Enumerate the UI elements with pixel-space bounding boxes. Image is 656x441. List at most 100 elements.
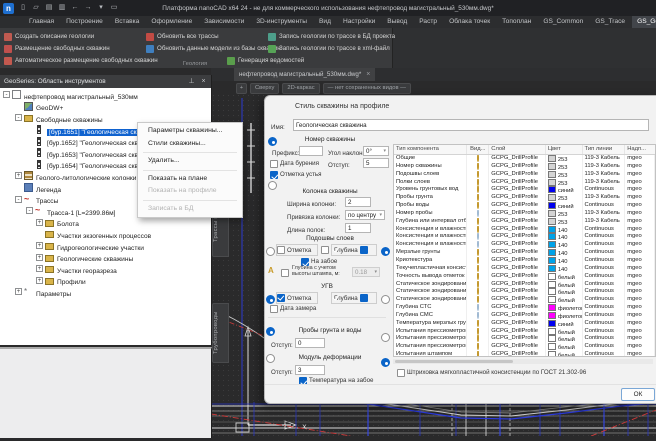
color-cell[interactable]: 253 — [546, 179, 583, 187]
tree-expander-icon[interactable] — [36, 265, 43, 272]
color-cell[interactable]: 253 — [546, 155, 583, 163]
ribbon-tab[interactable]: Построение — [61, 16, 108, 28]
open-file-icon[interactable]: ▱ — [31, 3, 41, 13]
nanocad-logo-icon[interactable]: n — [3, 3, 14, 14]
color-cell[interactable]: 253 — [546, 218, 583, 226]
ribbon-button[interactable]: Обновить данные модели из базы скважин — [146, 43, 281, 54]
tree-item[interactable]: Параметры — [0, 286, 211, 298]
ribbon-tab[interactable]: Настройки — [338, 16, 380, 28]
close-tab-icon[interactable]: × — [366, 68, 370, 81]
measure-date-checkbox[interactable] — [270, 305, 278, 313]
lamp-icon[interactable] — [477, 241, 479, 248]
lamp-icon[interactable] — [477, 202, 479, 209]
ok-button[interactable]: ОК — [621, 388, 655, 401]
column-anchor-select[interactable]: по центру▾ — [345, 210, 385, 220]
ribbon-tab[interactable]: Вставка — [110, 16, 145, 28]
context-menu-item[interactable]: Удалить... — [138, 155, 242, 168]
samples-offset-input[interactable] — [295, 338, 325, 348]
new-file-icon[interactable]: ▯ — [18, 3, 28, 13]
ribbon-tab[interactable]: Облака точек — [444, 16, 495, 28]
lamp-icon[interactable] — [477, 226, 479, 233]
visibility-cell[interactable] — [467, 320, 489, 328]
tree-expander-icon[interactable] — [15, 288, 22, 295]
table-row[interactable]: Точность вывода отметок GCPG_DrillProfil… — [394, 273, 655, 281]
ugv-left-radio[interactable] — [266, 295, 275, 304]
table-row[interactable]: Глубина или интервал отбора пробы GCPG_D… — [394, 218, 655, 226]
ribbon-tab[interactable]: GS_Common — [538, 16, 588, 28]
color-cell[interactable]: 140 — [546, 265, 583, 273]
color-cell[interactable]: синий — [546, 186, 583, 194]
lamp-icon[interactable] — [477, 335, 479, 342]
table-row[interactable]: Номер скважины GCPG_DrillProfile 253 119… — [394, 163, 655, 171]
context-menu-item[interactable] — [143, 170, 237, 171]
visibility-cell[interactable] — [467, 335, 489, 343]
ribbon-button[interactable]: Обновить все трассы — [146, 31, 219, 42]
col-header-color[interactable]: Цвет — [546, 145, 583, 154]
undo-icon[interactable]: ← — [70, 3, 80, 13]
visibility-cell[interactable] — [467, 328, 489, 336]
visibility-cell[interactable] — [467, 249, 489, 257]
lamp-icon[interactable] — [477, 296, 479, 303]
table-row[interactable]: Испытания прессиометром. Глубина GCPG_Dr… — [394, 335, 655, 343]
color-cell[interactable]: белый — [546, 335, 583, 343]
context-menu-item[interactable]: Записать в БД — [138, 203, 242, 216]
color-cell[interactable]: белый — [546, 281, 583, 289]
redo-icon[interactable]: → — [83, 3, 93, 13]
table-row[interactable]: Статическое зондирование. Шкала. GCPG_Dr… — [394, 288, 655, 296]
lamp-icon[interactable] — [477, 351, 479, 357]
visibility-cell[interactable] — [467, 296, 489, 304]
ribbon-button[interactable]: Создать описание геологии — [4, 31, 94, 42]
color-cell[interactable]: белый — [546, 273, 583, 281]
table-row[interactable]: Номер пробы GCPG_DrillProfile 253 119-3 … — [394, 210, 655, 218]
color-cell[interactable]: синий — [546, 320, 583, 328]
visibility-cell[interactable] — [467, 155, 489, 163]
color-cell[interactable]: белый — [546, 343, 583, 351]
col-header-component[interactable]: Тип компонента — [394, 145, 467, 154]
ribbon-button[interactable]: Запись геологии по трассе в xml-файл — [268, 43, 390, 54]
lamp-icon[interactable] — [477, 218, 479, 225]
ugv-mark-checkbox[interactable] — [277, 294, 285, 302]
column-width-input[interactable] — [345, 197, 371, 207]
lamp-icon[interactable] — [477, 304, 479, 311]
lamp-icon[interactable] — [477, 328, 479, 335]
soles-left-radio[interactable] — [266, 247, 275, 256]
visibility-cell[interactable] — [467, 194, 489, 202]
tree-expander-icon[interactable] — [3, 91, 10, 98]
history-dropdown-icon[interactable]: ▾ — [96, 3, 106, 13]
ugv-right-radio[interactable] — [381, 295, 390, 304]
ribbon-tab[interactable]: GS_Trace — [590, 16, 630, 28]
table-horizontal-scrollbar[interactable] — [393, 359, 653, 364]
visibility-cell[interactable] — [467, 281, 489, 289]
ribbon-tab[interactable]: Растр — [414, 16, 442, 28]
visibility-cell[interactable] — [467, 226, 489, 234]
well-offset-input[interactable] — [363, 158, 389, 168]
text-style-icon[interactable]: A — [268, 266, 274, 275]
alt-number-radio[interactable] — [268, 181, 277, 190]
document-tab[interactable]: нефтепровод магистральный_530мм.dwg* × — [234, 68, 375, 81]
color-cell[interactable]: 253 — [546, 210, 583, 218]
soles-right-radio[interactable] — [381, 247, 390, 256]
samples-right-radio[interactable] — [381, 333, 390, 342]
shelf-length-input[interactable] — [345, 223, 371, 233]
lamp-icon[interactable] — [477, 171, 479, 178]
visibility-cell[interactable] — [467, 186, 489, 194]
lamp-icon[interactable] — [477, 281, 479, 288]
visibility-cell[interactable] — [467, 210, 489, 218]
visibility-cell[interactable] — [467, 265, 489, 273]
color-cell[interactable]: белый — [546, 351, 583, 357]
color-cell[interactable]: 253 — [546, 171, 583, 179]
lamp-icon[interactable] — [477, 186, 479, 193]
well-number-radio[interactable] — [268, 137, 277, 146]
table-row[interactable]: Консистенция и влажность. Штриховка GCPG… — [394, 226, 655, 234]
color-cell[interactable]: 253 — [546, 194, 583, 202]
soles-mid-checkbox[interactable] — [321, 246, 329, 254]
tree-expander-icon[interactable] — [36, 242, 43, 249]
stamp-depth-checkbox[interactable] — [281, 269, 289, 277]
tree-item[interactable]: Участки георазреза — [0, 263, 211, 275]
tree-expander-icon[interactable] — [36, 254, 43, 261]
color-cell[interactable]: белый — [546, 296, 583, 304]
ugv-depth-checkbox[interactable] — [360, 294, 368, 302]
viewport-control-button[interactable]: 2D-каркас — [282, 83, 319, 94]
modulus-offset-input[interactable] — [295, 365, 325, 375]
color-cell[interactable]: белый — [546, 328, 583, 336]
